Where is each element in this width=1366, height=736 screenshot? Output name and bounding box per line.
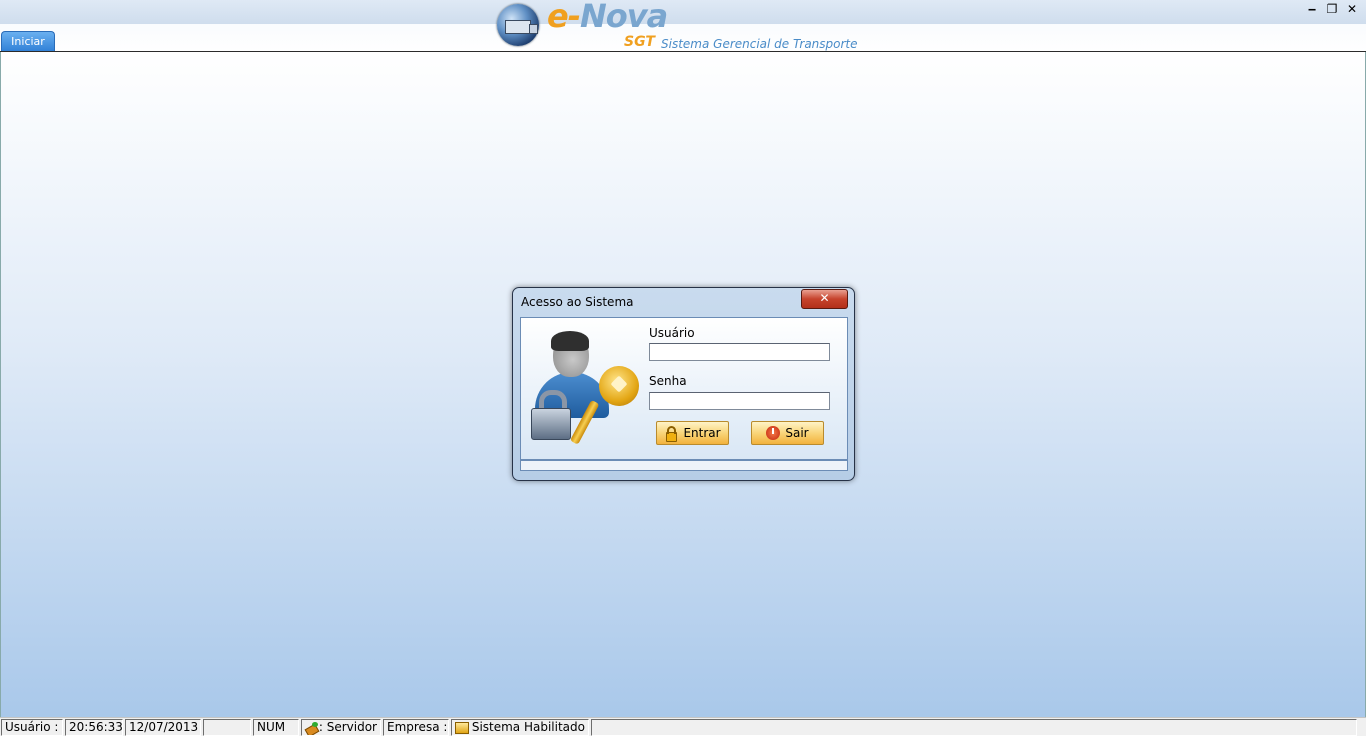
login-dialog: Acesso ao Sistema ✕ Usuário Senha Entrar… [512, 287, 855, 481]
logo-name: Nova [579, 0, 668, 35]
password-field[interactable] [649, 392, 830, 410]
enter-button-label: Entrar [683, 426, 721, 440]
dialog-title: Acesso ao Sistema [521, 295, 634, 309]
top-bar: e-Nova SGT Sistema Gerencial de Transpor… [0, 0, 1366, 52]
server-icon [305, 721, 318, 734]
status-date-text: 12/07/2013 [129, 720, 199, 734]
status-server: : Servidor [301, 719, 381, 736]
status-server-text: : Servidor [318, 720, 377, 734]
status-empty [203, 719, 251, 736]
status-system: Sistema Habilitado [451, 719, 589, 736]
status-time-text: 20:56:33 [69, 720, 123, 734]
logo-prefix: e- [547, 0, 581, 35]
status-user: Usuário : [1, 719, 63, 736]
window-controls: ‒ ❐ ✕ [1306, 2, 1358, 16]
logo-sgt: SGT [624, 34, 655, 50]
status-date: 12/07/2013 [125, 719, 201, 736]
lock-open-icon [664, 426, 678, 442]
padlock-icon [531, 408, 571, 440]
logo-subtitle: Sistema Gerencial de Transporte [661, 37, 858, 51]
user-label: Usuário [649, 326, 695, 340]
exit-button[interactable]: Sair [751, 421, 824, 445]
start-tab[interactable]: Iniciar [1, 31, 55, 52]
close-button[interactable]: ✕ [1346, 2, 1358, 16]
login-illustration [529, 328, 647, 448]
logo-title: e-Nova [547, 0, 668, 35]
globe-truck-logo-icon [497, 4, 539, 46]
restore-button[interactable]: ❐ [1326, 2, 1338, 16]
exit-button-label: Sair [785, 426, 809, 440]
status-bar: Usuário : 20:56:33 12/07/2013 NUM : Serv… [0, 717, 1366, 736]
status-company: Empresa : [383, 719, 449, 736]
app-logo: e-Nova SGT Sistema Gerencial de Transpor… [497, 0, 858, 51]
enter-button[interactable]: Entrar [656, 421, 729, 445]
dialog-content: Usuário Senha Entrar Sair [520, 317, 848, 460]
system-icon [455, 721, 469, 734]
person-hair [551, 331, 589, 351]
password-label: Senha [649, 374, 687, 388]
status-system-text: Sistema Habilitado [471, 720, 585, 734]
dialog-footer [520, 460, 848, 471]
status-user-text: Usuário : [5, 720, 59, 734]
status-num-text: NUM [257, 720, 286, 734]
status-num: NUM [253, 719, 299, 736]
status-time: 20:56:33 [65, 719, 123, 736]
status-company-text: Empresa : [387, 720, 448, 734]
user-field[interactable] [649, 343, 830, 361]
truck-icon [505, 20, 538, 34]
status-rest [591, 719, 1357, 736]
minimize-button[interactable]: ‒ [1306, 2, 1318, 16]
power-icon [766, 426, 781, 440]
dialog-close-button[interactable]: ✕ [801, 289, 848, 309]
